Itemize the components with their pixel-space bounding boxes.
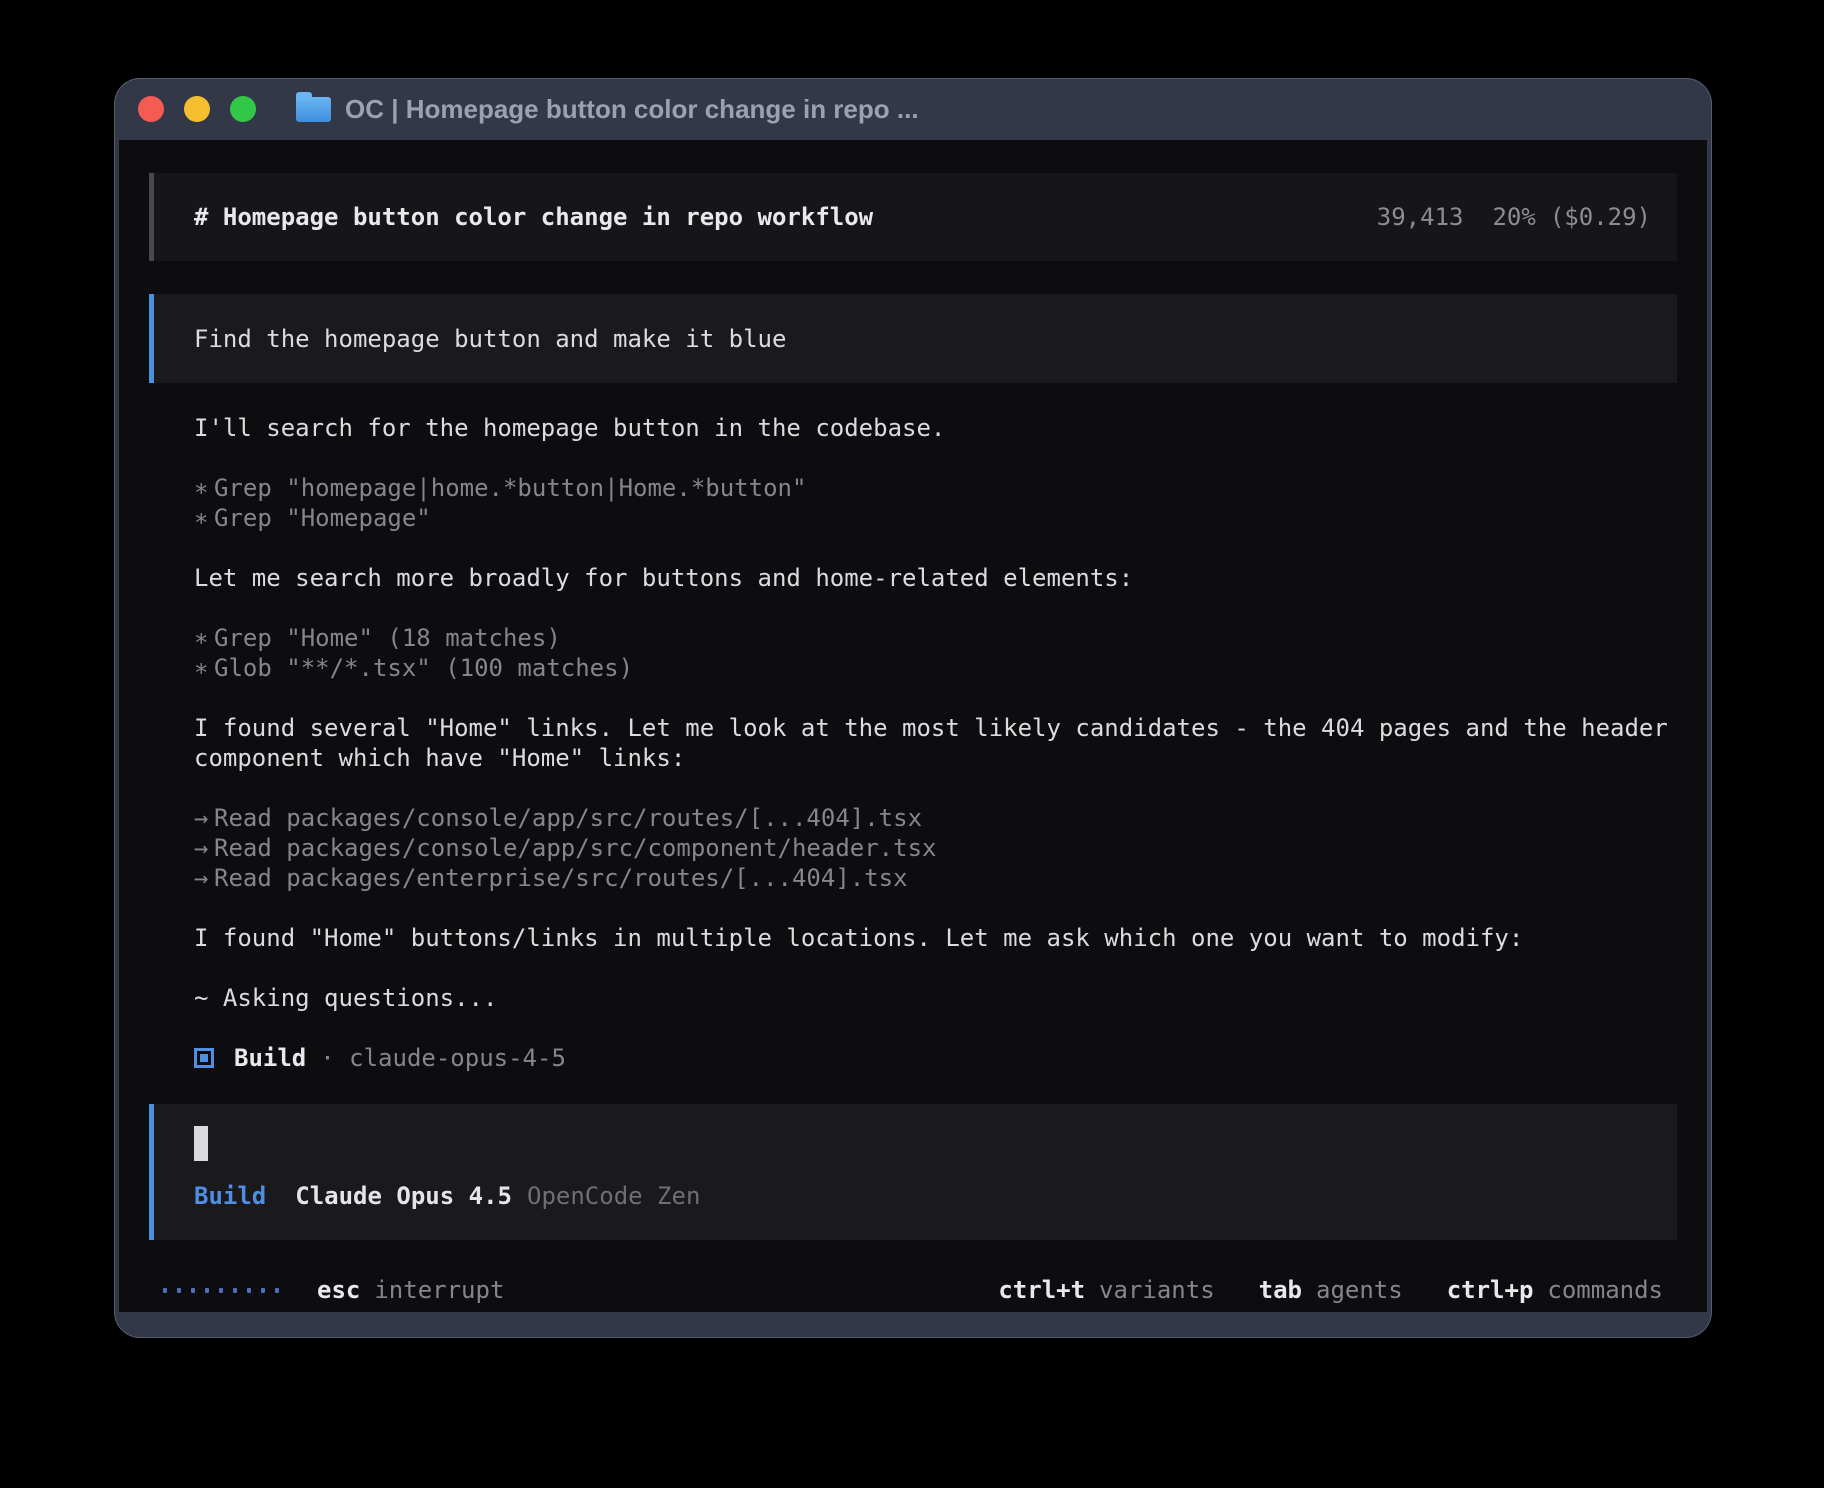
- minimize-button[interactable]: [184, 96, 210, 122]
- esc-key-label: interrupt: [374, 1275, 504, 1305]
- traffic-lights: [138, 96, 256, 122]
- assistant-response: I'll search for the homepage button in t…: [194, 413, 1677, 1073]
- keybind-key: ctrl+p: [1447, 1275, 1534, 1305]
- tool-call-text: Grep "homepage|home.*button|Home.*button…: [214, 474, 806, 502]
- tool-call-group: ∗Grep "homepage|home.*button|Home.*butto…: [194, 473, 1677, 533]
- agent-square-icon: [194, 1048, 214, 1068]
- tool-marker-icon: ∗: [194, 623, 214, 653]
- text-cursor: [194, 1126, 208, 1161]
- token-count: 39,413: [1377, 202, 1464, 232]
- session-cost: ($0.29): [1550, 202, 1651, 232]
- spinner-dots-icon: [163, 1288, 279, 1293]
- keybind-label: agents: [1316, 1275, 1403, 1305]
- esc-key-hint: esc: [317, 1275, 360, 1305]
- model-id: claude-opus-4-5: [349, 1044, 566, 1072]
- tool-call-text: Read packages/console/app/src/component/…: [214, 834, 936, 862]
- zoom-button[interactable]: [230, 96, 256, 122]
- terminal-content: # Homepage button color change in repo w…: [119, 140, 1707, 1312]
- tool-call: →Read packages/console/app/src/routes/[.…: [194, 803, 1677, 833]
- tool-call-text: Read packages/console/app/src/routes/[..…: [214, 804, 922, 832]
- tool-call: ∗Grep "Home" (18 matches): [194, 623, 1677, 653]
- prompt-input[interactable]: Build Claude Opus 4.5 OpenCode Zen: [149, 1104, 1677, 1240]
- keybind-key: tab: [1259, 1275, 1302, 1305]
- title-bar[interactable]: OC | Homepage button color change in rep…: [114, 78, 1712, 140]
- close-button[interactable]: [138, 96, 164, 122]
- read-arrow-icon: →: [194, 863, 214, 893]
- input-model-name[interactable]: Claude Opus 4.5: [295, 1181, 512, 1211]
- assistant-working-text: ~ Asking questions...: [194, 983, 1677, 1013]
- keybind-hint: ctrl+p commands: [1447, 1275, 1663, 1305]
- keybind-label: commands: [1547, 1275, 1663, 1305]
- assistant-text: I'll search for the homepage button in t…: [194, 413, 1677, 443]
- user-message-text: Find the homepage button and make it blu…: [194, 324, 786, 354]
- terminal-window: OC | Homepage button color change in rep…: [114, 78, 1712, 1338]
- tool-marker-icon: ∗: [194, 653, 214, 683]
- keybind-key: ctrl+t: [998, 1275, 1085, 1305]
- tool-call-text: Grep "Home" (18 matches): [214, 624, 561, 652]
- tool-call: →Read packages/enterprise/src/routes/[..…: [194, 863, 1677, 893]
- tool-call-group: ∗Grep "Home" (18 matches) ∗Glob "**/*.ts…: [194, 623, 1677, 683]
- read-arrow-icon: →: [194, 803, 214, 833]
- keybind-hint: ctrl+t variants: [998, 1275, 1214, 1305]
- tool-call-text: Read packages/enterprise/src/routes/[...…: [214, 864, 908, 892]
- window-title: OC | Homepage button color change in rep…: [345, 94, 919, 125]
- tool-marker-icon: ∗: [194, 503, 214, 533]
- read-arrow-icon: →: [194, 833, 214, 863]
- tool-call-group: →Read packages/console/app/src/routes/[.…: [194, 803, 1677, 893]
- session-header: # Homepage button color change in repo w…: [149, 173, 1677, 261]
- separator-dot: ·: [320, 1044, 334, 1072]
- folder-icon[interactable]: [296, 97, 331, 122]
- tool-call-text: Glob "**/*.tsx" (100 matches): [214, 654, 633, 682]
- tool-call-text: Grep "Homepage": [214, 504, 431, 532]
- tool-call: ∗Grep "homepage|home.*button|Home.*butto…: [194, 473, 1677, 503]
- assistant-text: I found several "Home" links. Let me loo…: [194, 713, 1677, 773]
- input-agent-name[interactable]: Build: [194, 1181, 266, 1211]
- status-bar: esc interrupt ctrl+t variants tab agents…: [149, 1268, 1677, 1312]
- tool-call: ∗Glob "**/*.tsx" (100 matches): [194, 653, 1677, 683]
- user-message: Find the homepage button and make it blu…: [149, 294, 1677, 384]
- keybind-hint: tab agents: [1259, 1275, 1403, 1305]
- tool-marker-icon: ∗: [194, 473, 214, 503]
- tool-call: →Read packages/console/app/src/component…: [194, 833, 1677, 863]
- agent-status-row: Build · claude-opus-4-5: [194, 1043, 1677, 1073]
- input-status-row: Build Claude Opus 4.5 OpenCode Zen: [194, 1181, 1651, 1211]
- context-percent: 20%: [1492, 202, 1535, 232]
- assistant-text: I found "Home" buttons/links in multiple…: [194, 923, 1677, 953]
- assistant-text: Let me search more broadly for buttons a…: [194, 563, 1677, 593]
- keybind-label: variants: [1099, 1275, 1215, 1305]
- session-stats: 39,413 20% ($0.29): [1377, 202, 1651, 232]
- status-bar-right: ctrl+t variants tab agents ctrl+p comman…: [954, 1275, 1663, 1305]
- model-name: · claude-opus-4-5: [320, 1043, 566, 1073]
- agent-name: Build: [234, 1043, 306, 1073]
- input-provider-name: OpenCode Zen: [527, 1181, 700, 1211]
- tool-call: ∗Grep "Homepage": [194, 503, 1677, 533]
- status-bar-left: esc interrupt: [163, 1275, 504, 1305]
- session-title: # Homepage button color change in repo w…: [194, 202, 873, 232]
